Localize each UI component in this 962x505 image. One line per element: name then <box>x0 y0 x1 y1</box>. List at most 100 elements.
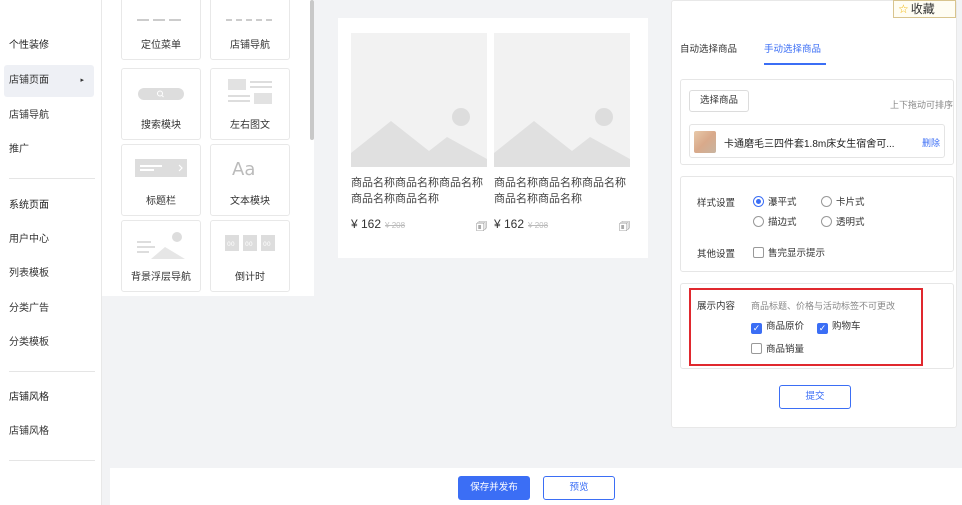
radio-card[interactable]: 卡片式 <box>821 194 865 208</box>
tile-label: 店铺导航 <box>230 40 270 51</box>
price-row: ¥ 162 ¥ 208 🗊 <box>494 217 630 233</box>
tile-countdown[interactable]: 00 00 00 倒计时 <box>210 220 290 292</box>
nav-divider <box>9 371 95 372</box>
nav-label: 推广 <box>9 144 29 155</box>
title-bar-icon <box>135 159 187 177</box>
anchor-menu-icon <box>137 19 181 21</box>
radio-label: 卡片式 <box>836 197 865 208</box>
product-card[interactable]: 商品名称商品名称商品名称商品名称商品名称 ¥ 162 ¥ 208 🗊 <box>494 33 630 233</box>
radio-label: 描边式 <box>768 217 797 228</box>
checkbox-soldout-hint[interactable]: 售完显示提示 <box>753 245 825 259</box>
radio-label: 透明式 <box>836 217 865 228</box>
nav-label: 店铺导航 <box>9 110 49 121</box>
nav-item-system-pages[interactable]: 系统页面 <box>0 190 90 222</box>
product-price: ¥ 162 <box>494 217 525 231</box>
image-placeholder-icon <box>494 108 630 167</box>
nav-item-store-style-group[interactable]: 店铺风格 <box>0 382 90 414</box>
product-thumbnail <box>694 131 716 153</box>
product-name: 商品名称商品名称商品名称商品名称商品名称 <box>494 177 626 205</box>
tile-floating-bg-nav[interactable]: 背景浮层导航 <box>121 220 201 292</box>
floating-nav-icon <box>137 232 185 259</box>
star-icon: ☆ <box>898 2 909 16</box>
sort-hint: 上下拖动可排序 <box>889 100 953 110</box>
nav-divider <box>9 460 95 461</box>
store-nav-icon <box>226 19 272 21</box>
image-placeholder-icon <box>351 108 487 167</box>
radio-transparent[interactable]: 透明式 <box>821 214 865 228</box>
nav-label: 店铺风格 <box>9 392 49 403</box>
nav-label: 用户中心 <box>9 234 49 245</box>
tile-label: 标题栏 <box>146 196 176 207</box>
countdown-icon: 00 00 00 <box>225 235 275 251</box>
nav-item-category-ads[interactable]: 分类广告 <box>0 293 90 325</box>
chevron-right-icon: ▸ <box>80 77 84 84</box>
tab-manual-select[interactable]: 手动选择商品 <box>764 41 821 55</box>
save-publish-button[interactable]: 保存并发布 <box>458 476 530 500</box>
radio-label: 瀑平式 <box>768 197 797 208</box>
tile-search[interactable]: 搜索模块 <box>121 68 201 140</box>
nav-item-list-template[interactable]: 列表模板 <box>0 258 90 290</box>
bottom-action-bar: 保存并发布 预览 <box>110 468 962 505</box>
nav-label: 系统页面 <box>9 200 49 211</box>
palette-scrollbar[interactable] <box>310 0 314 140</box>
tile-store-nav[interactable]: 店铺导航 <box>210 0 290 60</box>
nav-item-promo[interactable]: 推广 <box>0 134 90 166</box>
nav-item-store-nav[interactable]: 店铺导航 <box>0 100 90 132</box>
nav-label: 列表模板 <box>9 268 49 279</box>
tile-label: 左右图文 <box>230 120 270 131</box>
tile-text[interactable]: Aa 文本模块 <box>210 144 290 216</box>
tile-label: 文本模块 <box>230 196 270 207</box>
selected-product-name: 卡通磨毛三四件套1.8m床女生宿舍可... <box>724 139 895 150</box>
tile-left-right-image-text[interactable]: 左右图文 <box>210 68 290 140</box>
nav-item-store-style[interactable]: 店铺风格 <box>0 416 90 448</box>
radio-checked-icon <box>753 196 764 207</box>
radio-icon <box>753 216 764 227</box>
delete-link[interactable]: 删除 <box>922 136 940 149</box>
select-products-button[interactable]: 选择商品 <box>689 90 749 112</box>
checkbox-icon <box>753 247 764 258</box>
tile-title-bar[interactable]: 标题栏 <box>121 144 201 216</box>
radio-icon <box>821 196 832 207</box>
nav-item-category-template[interactable]: 分类模板 <box>0 327 90 359</box>
radio-icon <box>821 216 832 227</box>
image-text-icon <box>228 79 272 104</box>
tab-underline <box>764 63 826 65</box>
product-price: ¥ 162 <box>351 217 382 231</box>
tile-label: 倒计时 <box>235 272 265 283</box>
nav-item-user-center[interactable]: 用户中心 <box>0 224 90 256</box>
product-card[interactable]: 商品名称商品名称商品名称商品名称商品名称 ¥ 162 ¥ 208 🗊 <box>351 33 487 233</box>
product-orig-price: ¥ 208 <box>528 221 549 230</box>
svg-text:Aa: Aa <box>232 159 255 179</box>
product-image-placeholder <box>494 33 630 167</box>
tab-auto-select[interactable]: 自动选择商品 <box>680 41 737 55</box>
tile-label: 定位菜单 <box>141 40 181 51</box>
nav-label: 店铺页面 <box>9 75 49 86</box>
nav-divider <box>9 178 95 179</box>
radio-flat[interactable]: 瀑平式 <box>753 194 797 208</box>
nav-item-store-pages[interactable]: 店铺页面 ▸ <box>4 65 94 97</box>
component-palette: 定位菜单 店铺导航 搜索模块 左右图文 标题栏 Aa 文本模块 背景浮层导航 0… <box>102 0 314 296</box>
nav-item-custom-decor[interactable]: 个性装修 <box>0 30 90 62</box>
tile-label: 背景浮层导航 <box>131 272 191 283</box>
svg-text:00: 00 <box>263 241 271 248</box>
radio-outline[interactable]: 描边式 <box>753 214 797 228</box>
favorite-button[interactable]: ☆ 收藏 <box>893 0 956 18</box>
preview-button[interactable]: 预览 <box>543 476 615 500</box>
svg-text:00: 00 <box>245 241 253 248</box>
product-orig-price: ¥ 208 <box>385 221 406 230</box>
style-settings-box: 样式设置 瀑平式 卡片式 描边式 透明式 其他设置 售完显示提示 <box>680 176 954 272</box>
selected-products-box: 选择商品 上下拖动可排序 卡通磨毛三四件套1.8m床女生宿舍可... 删除 <box>680 79 954 165</box>
preview-canvas[interactable]: 商品名称商品名称商品名称商品名称商品名称 ¥ 162 ¥ 208 🗊 商品名称商品… <box>338 18 648 258</box>
product-name: 商品名称商品名称商品名称商品名称商品名称 <box>351 177 483 205</box>
search-icon <box>138 88 184 100</box>
product-image-placeholder <box>351 33 487 167</box>
tile-anchor-menu[interactable]: 定位菜单 <box>121 0 201 60</box>
checkbox-label: 售完显示提示 <box>768 248 826 259</box>
text-icon: Aa <box>232 159 255 179</box>
tile-label: 搜索模块 <box>141 120 181 131</box>
cart-icon[interactable]: 🗊 <box>476 217 487 238</box>
nav-label: 分类模板 <box>9 337 49 348</box>
cart-icon[interactable]: 🗊 <box>619 217 630 238</box>
submit-button[interactable]: 提交 <box>779 385 851 409</box>
selected-product-item[interactable]: 卡通磨毛三四件套1.8m床女生宿舍可... 删除 <box>689 124 945 158</box>
